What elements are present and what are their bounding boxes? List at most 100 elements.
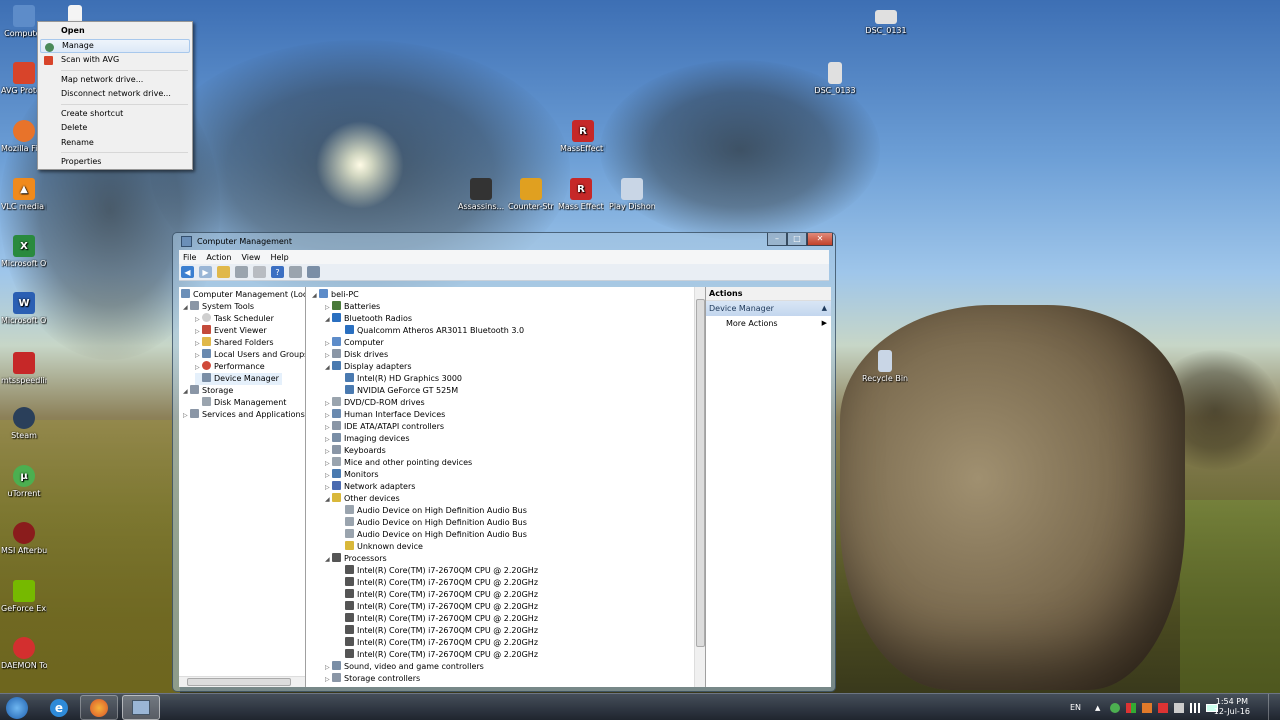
menu-file[interactable]: File bbox=[183, 253, 196, 262]
desktop-icon-csgo[interactable]: Counter-Str... Global Off... bbox=[508, 178, 554, 211]
device-item[interactable]: Intel(R) Core(TM) i7-2670QM CPU @ 2.20GH… bbox=[338, 625, 538, 637]
device-item[interactable]: Unknown device bbox=[338, 541, 423, 553]
menu-item-create-shortcut[interactable]: Create shortcut bbox=[40, 107, 190, 122]
device-item[interactable]: Audio Device on High Definition Audio Bu… bbox=[338, 505, 527, 517]
device-category[interactable]: ▷ Keyboards bbox=[325, 445, 386, 457]
tree-node-system-tools[interactable]: ◢ System Tools bbox=[183, 301, 254, 313]
menu-help[interactable]: Help bbox=[270, 253, 288, 262]
tray-expand-icon[interactable]: ▲ bbox=[1095, 704, 1100, 712]
view-icon[interactable] bbox=[289, 266, 302, 278]
tree-node-computer-management[interactable]: Computer Management (Local bbox=[181, 289, 305, 301]
show-hide-tree-icon[interactable] bbox=[235, 266, 248, 278]
expand-arrow-icon[interactable]: ▷ bbox=[325, 350, 332, 362]
device-category[interactable]: ▷ Storage controllers bbox=[325, 673, 420, 685]
forward-arrow-icon[interactable]: ▶ bbox=[199, 266, 212, 278]
tree-node-local-users[interactable]: ▷ Local Users and Groups bbox=[195, 349, 305, 361]
desktop-icon-dsc0131[interactable]: DSC_0131 bbox=[863, 10, 909, 35]
menu-item-open[interactable]: Open bbox=[40, 24, 190, 39]
device-item[interactable]: Intel(R) Core(TM) i7-2670QM CPU @ 2.20GH… bbox=[338, 637, 538, 649]
desktop-icon-masseffect-shortcut[interactable]: RMassEffect Shortcut bbox=[560, 120, 606, 153]
device-item[interactable]: Intel(R) HD Graphics 3000 bbox=[338, 373, 462, 385]
collapse-arrow-icon[interactable]: ◢ bbox=[312, 290, 319, 302]
menu-item-disconnect-network-drive[interactable]: Disconnect network drive... bbox=[40, 87, 190, 102]
desktop-icon-utorrent[interactable]: µ uTorrent bbox=[1, 465, 47, 498]
device-item[interactable]: Intel(R) Core(TM) i7-2670QM CPU @ 2.20GH… bbox=[338, 649, 538, 661]
desktop-icon-geforce[interactable]: GeForce Experience bbox=[1, 580, 47, 613]
collapse-arrow-icon[interactable]: ◢ bbox=[183, 302, 190, 314]
collapse-arrow-icon[interactable]: ◢ bbox=[183, 386, 190, 398]
collapse-arrow-icon[interactable]: ◢ bbox=[325, 554, 332, 566]
tree-node-performance[interactable]: ▷ Performance bbox=[195, 361, 265, 373]
device-tree-root[interactable]: ◢ beli-PC bbox=[312, 289, 359, 301]
collapse-arrow-icon[interactable]: ◢ bbox=[325, 362, 332, 374]
desktop-icon-dishonored[interactable]: Play Dishonore... bbox=[609, 178, 655, 211]
minimize-button[interactable]: – bbox=[767, 233, 787, 246]
desktop-icon-word[interactable]: WMicrosoft Office Wo... bbox=[1, 292, 47, 325]
scrollbar-thumb[interactable] bbox=[696, 299, 705, 647]
desktop-icon-assassins[interactable]: Assassins... Shortcut bbox=[458, 178, 504, 211]
device-category[interactable]: ▷ Batteries bbox=[325, 301, 380, 313]
properties-icon[interactable] bbox=[253, 266, 266, 278]
menu-item-scan-avg[interactable]: Scan with AVG bbox=[40, 53, 190, 68]
desktop-icon-recycle-bin[interactable]: Recycle Bin bbox=[862, 350, 908, 383]
window-titlebar[interactable]: Computer Management – □ ✕ bbox=[179, 233, 833, 250]
back-arrow-icon[interactable]: ◀ bbox=[181, 266, 194, 278]
device-category[interactable]: ▷ Human Interface Devices bbox=[325, 409, 445, 421]
tree-node-storage[interactable]: ◢ Storage bbox=[183, 385, 233, 397]
desktop-icon-mts[interactable]: mtsspeedlink internet bbox=[1, 352, 47, 385]
volume-icon[interactable] bbox=[1174, 702, 1185, 713]
device-item[interactable]: Intel(R) Core(TM) i7-2670QM CPU @ 2.20GH… bbox=[338, 565, 538, 577]
device-category[interactable]: ▷ Computer bbox=[325, 337, 384, 349]
device-category[interactable]: ▷ Disk drives bbox=[325, 349, 388, 361]
expand-arrow-icon[interactable]: ▷ bbox=[325, 410, 332, 422]
desktop-icon-daemon[interactable]: DAEMON Tools Pro bbox=[1, 637, 47, 670]
action-center-icon[interactable] bbox=[1158, 702, 1169, 713]
tree-node-device-manager[interactable]: Device Manager bbox=[195, 373, 282, 385]
collapse-arrow-icon[interactable]: ◢ bbox=[325, 494, 332, 506]
device-category[interactable]: ▷ Sound, video and game controllers bbox=[325, 661, 484, 673]
tree-node-event-viewer[interactable]: ▷ Event Viewer bbox=[195, 325, 267, 337]
show-desktop-button[interactable] bbox=[1268, 694, 1280, 720]
device-category[interactable]: ▷ Mice and other pointing devices bbox=[325, 457, 472, 469]
device-category[interactable]: ▷ Imaging devices bbox=[325, 433, 410, 445]
device-category[interactable]: ▷ IDE ATA/ATAPI controllers bbox=[325, 421, 444, 433]
office-tray-icon[interactable] bbox=[1142, 702, 1153, 713]
tree-node-services-applications[interactable]: ▷ Services and Applications bbox=[183, 409, 305, 421]
device-category[interactable]: ◢ Display adapters bbox=[325, 361, 412, 373]
collapse-arrow-icon[interactable]: ◢ bbox=[325, 314, 332, 326]
expand-arrow-icon[interactable]: ▷ bbox=[325, 434, 332, 446]
device-item[interactable]: Intel(R) Core(TM) i7-2670QM CPU @ 2.20GH… bbox=[338, 601, 538, 613]
device-item[interactable]: NVIDIA GeForce GT 525M bbox=[338, 385, 458, 397]
device-item[interactable]: Intel(R) Core(TM) i7-2670QM CPU @ 2.20GH… bbox=[338, 589, 538, 601]
up-folder-icon[interactable] bbox=[217, 266, 230, 278]
taskbar-firefox[interactable] bbox=[80, 695, 118, 720]
tree-node-disk-management[interactable]: Disk Management bbox=[195, 397, 286, 409]
tree-node-task-scheduler[interactable]: ▷ Task Scheduler bbox=[195, 313, 274, 325]
desktop-icon-steam[interactable]: Steam bbox=[1, 407, 47, 440]
menu-item-delete[interactable]: Delete bbox=[40, 121, 190, 136]
menu-item-rename[interactable]: Rename bbox=[40, 136, 190, 151]
expand-arrow-icon[interactable]: ▷ bbox=[183, 410, 190, 422]
menu-item-map-network-drive[interactable]: Map network drive... bbox=[40, 73, 190, 88]
device-category[interactable]: ◢ Other devices bbox=[325, 493, 400, 505]
scrollbar-thumb[interactable] bbox=[187, 678, 291, 686]
help-icon[interactable]: ? bbox=[271, 266, 284, 278]
device-category[interactable]: ▷ Network adapters bbox=[325, 481, 415, 493]
expand-arrow-icon[interactable]: ▷ bbox=[325, 302, 332, 314]
actions-section-device-manager[interactable]: Device Manager ▲ bbox=[706, 301, 831, 316]
more-actions-link[interactable]: More Actions ▶ bbox=[706, 316, 831, 331]
menu-view[interactable]: View bbox=[241, 253, 260, 262]
maximize-button[interactable]: □ bbox=[787, 233, 807, 246]
expand-arrow-icon[interactable]: ▷ bbox=[325, 482, 332, 494]
taskbar-clock[interactable]: 1:54 PM 12-Jul-16 bbox=[1214, 697, 1250, 717]
taskbar-computer-management[interactable] bbox=[122, 695, 160, 720]
scan-hardware-icon[interactable] bbox=[307, 266, 320, 278]
device-category[interactable]: ▷ Monitors bbox=[325, 469, 379, 481]
desktop-icon-vlc[interactable]: ▲VLC media player bbox=[1, 178, 47, 211]
device-item[interactable]: Intel(R) Core(TM) i7-2670QM CPU @ 2.20GH… bbox=[338, 613, 538, 625]
expand-arrow-icon[interactable]: ▷ bbox=[325, 662, 332, 674]
vertical-scrollbar[interactable] bbox=[694, 287, 705, 687]
desktop-icon-masseffect3[interactable]: RMass Effect 3 bbox=[558, 178, 604, 211]
device-item[interactable]: Audio Device on High Definition Audio Bu… bbox=[338, 517, 527, 529]
taskbar-ie[interactable]: e bbox=[40, 695, 78, 720]
